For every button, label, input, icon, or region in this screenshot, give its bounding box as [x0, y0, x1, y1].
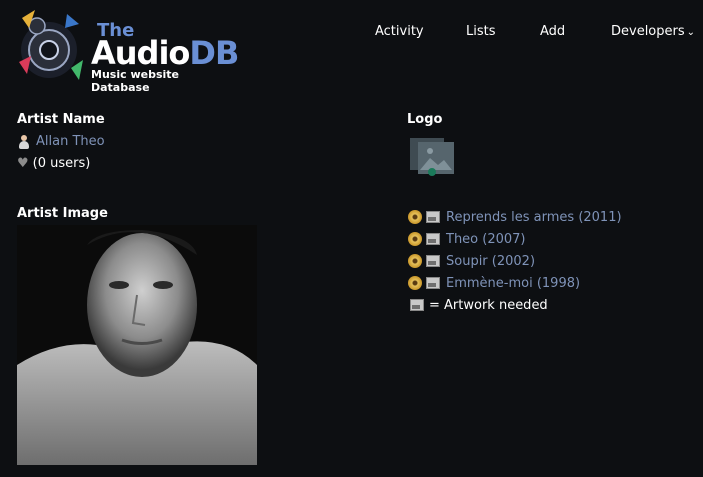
artwork-needed-icon — [426, 211, 440, 223]
top-nav: Activity Lists Add Developers ⌄ — [0, 24, 703, 44]
logo-heading: Logo — [407, 112, 443, 127]
person-icon — [17, 134, 31, 149]
artwork-needed-icon — [426, 277, 440, 289]
artist-image-heading: Artist Image — [17, 206, 108, 221]
legend-text: = Artwork needed — [429, 297, 548, 313]
artwork-needed-icon — [410, 299, 424, 311]
nav-activity[interactable]: Activity — [375, 24, 424, 39]
brand-subtitle: Music website Database — [91, 68, 179, 94]
nav-add[interactable]: Add — [540, 24, 565, 39]
artist-name-heading: Artist Name — [17, 112, 105, 127]
chevron-down-icon: ⌄ — [686, 27, 696, 38]
album-item[interactable]: Theo (2007) — [408, 228, 622, 250]
users-count: (0 users) — [32, 156, 91, 171]
artist-photo[interactable] — [17, 225, 257, 465]
site-logo[interactable]: The AudioDB Music website Database — [17, 8, 239, 94]
artwork-legend: = Artwork needed — [408, 294, 622, 316]
disc-icon — [408, 276, 422, 290]
album-list: Reprends les armes (2011) Theo (2007) So… — [408, 206, 622, 316]
album-title: Emmène-moi (1998) — [446, 275, 581, 291]
album-title: Reprends les armes (2011) — [446, 209, 622, 225]
disc-icon — [408, 210, 422, 224]
nav-lists[interactable]: Lists — [466, 24, 496, 39]
disc-icon — [408, 254, 422, 268]
album-item[interactable]: Reprends les armes (2011) — [408, 206, 622, 228]
artwork-needed-icon — [426, 255, 440, 267]
disc-icon — [408, 232, 422, 246]
album-title: Theo (2007) — [446, 231, 526, 247]
likes-row: ♥ (0 users) — [17, 156, 90, 171]
nav-developers-label: Developers — [611, 24, 685, 39]
album-title: Soupir (2002) — [446, 253, 536, 269]
artist-name: Allan Theo — [36, 134, 105, 149]
artist-name-link[interactable]: Allan Theo — [17, 134, 105, 149]
nav-developers[interactable]: Developers ⌄ — [611, 24, 695, 39]
album-item[interactable]: Soupir (2002) — [408, 250, 622, 272]
heart-icon[interactable]: ♥ — [17, 156, 29, 171]
album-item[interactable]: Emmène-moi (1998) — [408, 272, 622, 294]
artwork-needed-icon — [426, 233, 440, 245]
speaker-logo-icon — [19, 10, 83, 80]
image-placeholder-icon[interactable] — [408, 134, 456, 178]
